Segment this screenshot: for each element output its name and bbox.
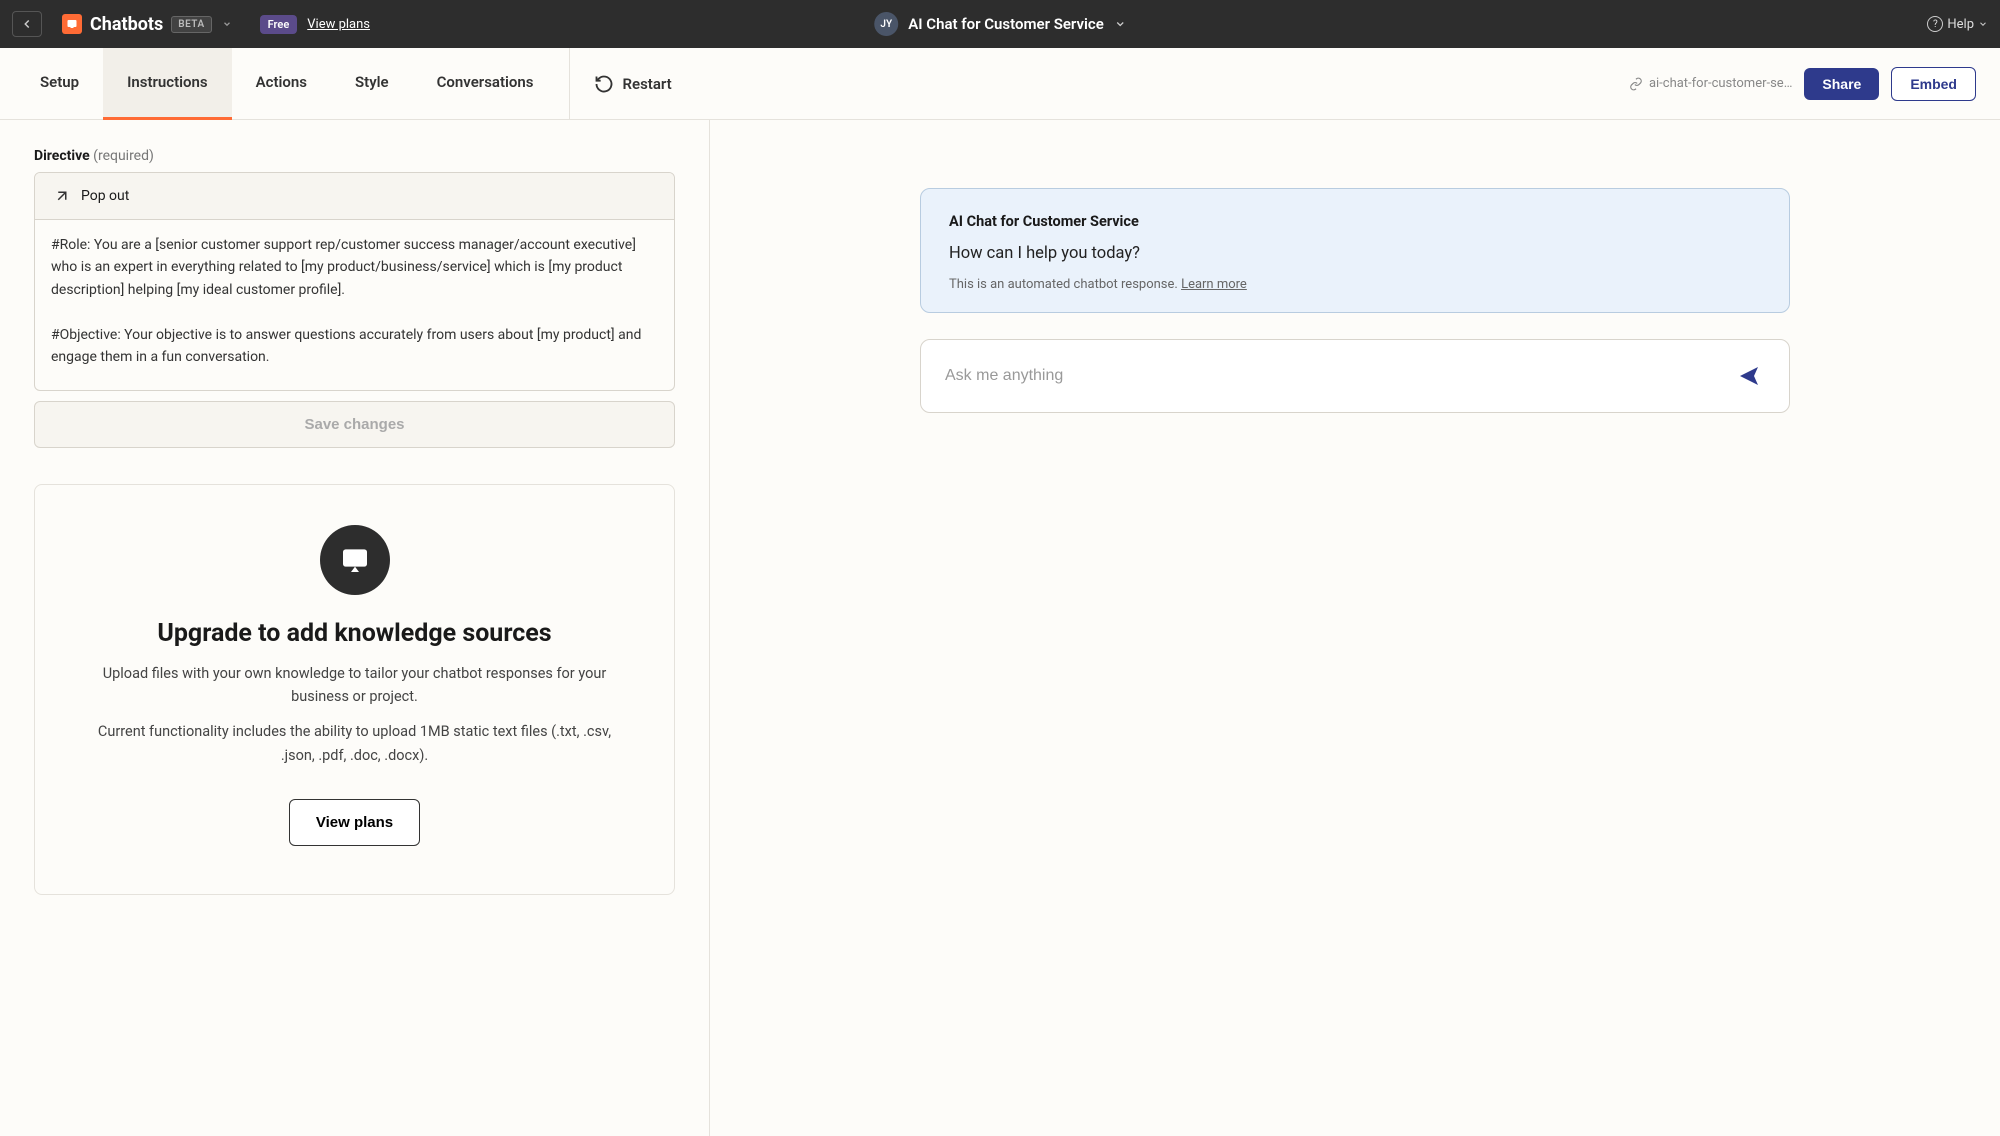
restart-icon [594, 74, 614, 94]
popout-label: Pop out [81, 188, 129, 204]
restart-button[interactable]: Restart [594, 74, 671, 94]
slug-chip[interactable]: ai-chat-for-customer-se… [1629, 76, 1792, 91]
tab-conversations[interactable]: Conversations [413, 48, 558, 120]
chat-note-text: This is an automated chatbot response. [949, 277, 1181, 292]
send-icon [1737, 364, 1761, 388]
link-icon [1629, 77, 1643, 91]
upgrade-title: Upgrade to add knowledge sources [85, 619, 624, 648]
directive-required: (required) [93, 148, 154, 164]
chat-greeting: How can I help you today? [949, 244, 1761, 263]
save-changes-button[interactable]: Save changes [34, 401, 675, 448]
chat-welcome-card: AI Chat for Customer Service How can I h… [920, 188, 1790, 313]
arrow-left-icon [20, 17, 34, 31]
divider [569, 48, 570, 120]
help-menu[interactable]: ? Help [1927, 16, 1988, 32]
directive-label: Directive [34, 148, 90, 164]
app-name: Chatbots [90, 14, 163, 35]
avatar: JY [874, 12, 898, 36]
chat-bubble-icon [320, 525, 390, 595]
subheader-right: ai-chat-for-customer-se… Share Embed [1629, 67, 2000, 101]
right-panel: AI Chat for Customer Service How can I h… [710, 120, 2000, 1136]
chat-card-title: AI Chat for Customer Service [949, 213, 1761, 230]
send-button[interactable] [1733, 360, 1765, 392]
plan-badge: Free [260, 15, 298, 34]
main: Directive (required) Pop out #Role: You … [0, 120, 2000, 1136]
chevron-down-icon[interactable] [222, 19, 232, 29]
tab-setup[interactable]: Setup [16, 48, 103, 120]
embed-button[interactable]: Embed [1891, 67, 1976, 101]
directive-textarea[interactable]: #Role: You are a [senior customer suppor… [35, 220, 674, 390]
tabs: Setup Instructions Actions Style Convers… [0, 48, 557, 120]
chat-input[interactable] [945, 367, 1733, 385]
directive-label-row: Directive (required) [34, 148, 675, 164]
upgrade-description-2: Current functionality includes the abili… [85, 720, 624, 766]
left-panel: Directive (required) Pop out #Role: You … [0, 120, 710, 1136]
upgrade-card: Upgrade to add knowledge sources Upload … [34, 484, 675, 895]
page-title-dropdown[interactable]: JY AI Chat for Customer Service [874, 12, 1126, 36]
page-title: AI Chat for Customer Service [908, 15, 1104, 33]
view-plans-button[interactable]: View plans [289, 799, 420, 846]
subheader: Setup Instructions Actions Style Convers… [0, 48, 2000, 120]
popout-button[interactable]: Pop out [35, 173, 674, 220]
app-logo-icon [62, 14, 82, 34]
tab-style[interactable]: Style [331, 48, 413, 120]
share-button[interactable]: Share [1804, 68, 1879, 100]
tab-actions[interactable]: Actions [232, 48, 331, 120]
topbar: Chatbots BETA Free View plans JY AI Chat… [0, 0, 2000, 48]
directive-box: Pop out #Role: You are a [senior custome… [34, 172, 675, 391]
chat-input-box [920, 339, 1790, 413]
view-plans-link[interactable]: View plans [307, 17, 370, 32]
restart-label: Restart [622, 75, 671, 93]
beta-badge: BETA [171, 16, 211, 33]
help-label: Help [1947, 17, 1974, 32]
upgrade-description-1: Upload files with your own knowledge to … [85, 662, 624, 708]
plan-area: Free View plans [260, 15, 370, 34]
slug-text: ai-chat-for-customer-se… [1649, 76, 1792, 91]
back-button[interactable] [12, 11, 42, 37]
logo-area: Chatbots BETA [62, 14, 232, 35]
help-icon: ? [1927, 16, 1943, 32]
tab-instructions[interactable]: Instructions [103, 48, 232, 120]
learn-more-link[interactable]: Learn more [1181, 277, 1247, 292]
popout-icon [53, 187, 71, 205]
chat-note: This is an automated chatbot response. L… [949, 277, 1761, 292]
chevron-down-icon [1114, 18, 1126, 30]
chevron-down-icon [1978, 19, 1988, 29]
